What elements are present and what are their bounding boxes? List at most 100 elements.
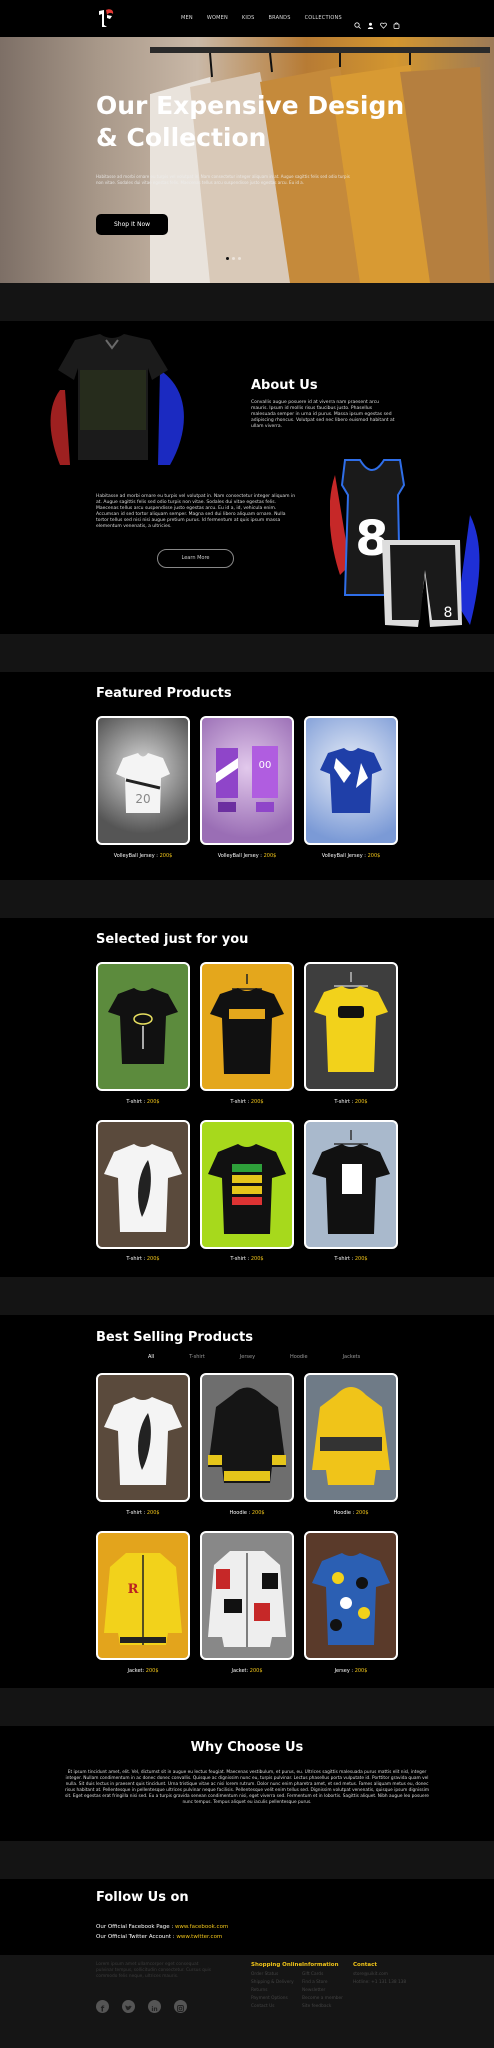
hero-description: Habitasse ad morbi ornare eu turpis vel … [96, 174, 350, 185]
tab-tshirt[interactable]: T-shirt [189, 1354, 205, 1360]
facebook-link-line: Our Official Facebook Page : www.faceboo… [96, 1924, 229, 1930]
product-card[interactable] [200, 1120, 294, 1249]
selected-title: Selected just for you [96, 932, 249, 947]
footer-link[interactable]: Payment Options [251, 1996, 288, 2001]
footer-link[interactable]: Shipping & Delivery [251, 1980, 294, 1985]
carousel-dot[interactable] [238, 257, 241, 260]
brand-logo[interactable] [96, 7, 116, 29]
product-caption: Jacket: 200$ [127, 1668, 159, 1674]
footer-column-title: Contact [353, 1962, 377, 1968]
product-caption: Jersey : 200$ [334, 1668, 368, 1674]
featured-title: Featured Products [96, 686, 232, 701]
nav-link-collections[interactable]: COLLECTIONS [305, 15, 342, 21]
bestselling-title: Best Selling Products [96, 1330, 253, 1345]
product-card[interactable]: R [96, 1531, 190, 1660]
price: 200$ [249, 1668, 263, 1674]
product-card[interactable] [304, 1373, 398, 1502]
shop-now-button[interactable]: Shop It Now [96, 214, 168, 235]
tshirt-white-feather-image [104, 1144, 182, 1232]
product-card[interactable] [96, 1120, 190, 1249]
footer-about-text: Lorem ipsum amet ullamcorper eget conseq… [96, 1962, 211, 1979]
product-caption: T-shirt : 200$ [126, 1256, 160, 1262]
svg-text:8: 8 [444, 605, 453, 621]
footer-link[interactable]: Contact Us [251, 2004, 274, 2009]
nav-link-women[interactable]: WOMEN [207, 15, 228, 21]
product-card[interactable] [200, 1373, 294, 1502]
footer-column-title: Shopping Online [251, 1962, 303, 1968]
nav-link-brands[interactable]: BRANDS [269, 15, 291, 21]
product-caption: T-shirt : 200$ [334, 1099, 368, 1105]
price: 200$ [263, 853, 277, 859]
tab-jersey[interactable]: Jersey [240, 1354, 255, 1360]
nav-link-men[interactable]: MEN [181, 15, 193, 21]
tshirt-visi-on-image [312, 1130, 390, 1234]
product-card[interactable] [96, 1373, 190, 1502]
tab-all[interactable]: All [148, 1354, 154, 1360]
jacket-yellow-varsity-image: R [104, 1553, 182, 1645]
learn-more-button[interactable]: Learn More [157, 549, 234, 568]
product-card[interactable]: 00 [200, 716, 294, 845]
footer [0, 1955, 494, 2048]
product-card[interactable] [96, 962, 190, 1091]
product-card[interactable] [200, 1531, 294, 1660]
linkedin-icon[interactable]: in [148, 2000, 161, 2013]
hoodie-yellow-image [312, 1387, 390, 1485]
price: 200$ [146, 1510, 160, 1516]
why-choose-us-text: Et ipsum tincidunt amet, elit. Vel, dict… [64, 1770, 430, 1805]
section-divider [0, 1688, 494, 1726]
instagram-icon[interactable] [174, 2000, 187, 2013]
nav-link-kids[interactable]: KIDS [242, 15, 255, 21]
tshirt-white-feather-image [104, 1397, 182, 1485]
product-card[interactable] [304, 962, 398, 1091]
product-caption: T-shirt : 200$ [126, 1510, 160, 1516]
svg-text:in: in [151, 2006, 157, 2013]
footer-link[interactable]: Site feedback [302, 2004, 331, 2009]
price: 200$ [354, 1668, 368, 1674]
footer-link[interactable]: Newsletter [302, 1988, 325, 1993]
price: 200$ [367, 853, 381, 859]
product-card[interactable] [304, 1120, 398, 1249]
page: { "nav": { "links": ["MEN","WOMEN","KIDS… [0, 0, 494, 2048]
price: 200$ [354, 1256, 368, 1262]
black-jersey-image [50, 334, 184, 465]
product-caption: VolleyBall Jersey : 200$ [217, 853, 277, 859]
footer-link[interactable]: Order Status [251, 1972, 278, 1977]
product-card[interactable] [304, 1531, 398, 1660]
follow-us-title: Follow Us on [96, 1890, 189, 1905]
twitter-link[interactable]: www.twitter.com [176, 1934, 222, 1940]
footer-contact-email[interactable]: store@uikit.com [353, 1972, 388, 1977]
price: 200$ [354, 1099, 368, 1105]
footer-link[interactable]: Gift Cards [302, 1972, 323, 1977]
carousel-dot[interactable] [226, 257, 229, 260]
product-caption: T-shirt : 200$ [230, 1099, 264, 1105]
svg-text:R: R [128, 1582, 139, 1597]
tab-hoodie[interactable]: Hoodie [290, 1354, 308, 1360]
footer-link[interactable]: Returns [251, 1988, 268, 1993]
product-card[interactable] [200, 962, 294, 1091]
heart-icon[interactable] [380, 14, 387, 29]
carousel-dot[interactable] [232, 257, 235, 260]
footer-link[interactable]: Become a member [302, 1996, 343, 2001]
product-caption: Hoodie : 200$ [229, 1510, 265, 1516]
product-caption: T-shirt : 200$ [230, 1256, 264, 1262]
tab-jackets[interactable]: Jackets [343, 1354, 361, 1360]
twitter-link-line: Our Official Twitter Account : www.twitt… [96, 1934, 223, 1940]
search-icon[interactable] [354, 14, 361, 29]
product-caption: VolleyBall Jersey : 200$ [113, 853, 173, 859]
clothing-rack-image [150, 47, 490, 283]
about-title: About Us [251, 378, 318, 393]
twitter-icon[interactable] [122, 2000, 135, 2013]
product-card[interactable]: 20 [96, 716, 190, 845]
facebook-link[interactable]: www.facebook.com [175, 1924, 228, 1930]
user-icon[interactable] [367, 14, 374, 29]
about-description-secondary: Habitasse ad morbi ornare eu turpis vel … [96, 494, 296, 529]
hero-title: Our Expensive Design & Collection [96, 91, 405, 152]
product-caption: Jacket: 200$ [231, 1668, 263, 1674]
cart-icon[interactable] [393, 14, 400, 29]
facebook-icon[interactable]: f [96, 2000, 109, 2014]
volleyball-jersey-purple-image: 00 [216, 746, 278, 812]
footer-link[interactable]: Find a Store [302, 1980, 328, 1985]
svg-text:20: 20 [135, 792, 150, 806]
product-card[interactable] [304, 716, 398, 845]
svg-text:f: f [101, 2005, 105, 2014]
